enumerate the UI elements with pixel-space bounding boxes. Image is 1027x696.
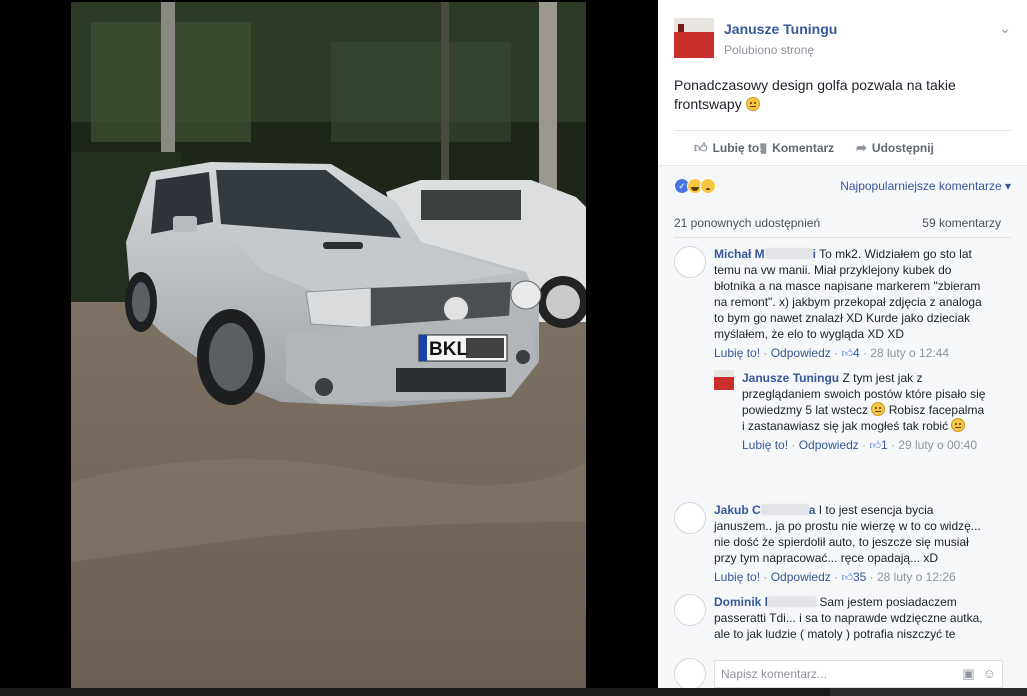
composer-icons: ▣ ☺: [962, 666, 996, 682]
avatar[interactable]: [674, 246, 706, 278]
viewer-bottom-strip: [830, 688, 1027, 696]
reply-reply-link[interactable]: Odpowiedz: [799, 438, 859, 452]
post-actions: 👍︎ Lubię to! ▮ Komentarz ➦ Udostępnij: [674, 130, 1011, 162]
thumbs-up-icon: 👍︎: [841, 572, 853, 584]
reply-author[interactable]: Janusze Tuningu: [742, 371, 839, 385]
comment-reply-link[interactable]: Odpowiedz: [771, 570, 831, 584]
post-header: Janusze Tuningu Polubiono stronę ⌄: [674, 18, 1011, 62]
comment-sort-label: Najpopularniejsze komentarze: [840, 179, 1002, 193]
photo-viewer: BKL: [0, 0, 658, 696]
comment-text: To mk2. Widziałem go sto lat temu na vw …: [714, 247, 982, 341]
redaction: [768, 596, 817, 607]
car-photo-image: BKL: [71, 2, 586, 688]
smiley-icon[interactable]: ☺: [983, 666, 996, 682]
post-panel: Janusze Tuningu Polubiono stronę ⌄ Ponad…: [658, 0, 1027, 696]
comment-timestamp[interactable]: 28 luty o 12:44: [870, 346, 949, 360]
comment-likes-count[interactable]: 35: [853, 570, 866, 584]
comment-timestamp[interactable]: 28 luty o 12:26: [877, 570, 956, 584]
comment-like-link[interactable]: Lubię to!: [714, 346, 760, 360]
page-avatar[interactable]: [674, 18, 714, 58]
comment-like-link[interactable]: Lubię to!: [714, 570, 760, 584]
comment-button[interactable]: ▮ Komentarz: [760, 140, 834, 156]
post-photo[interactable]: BKL: [71, 2, 586, 688]
smiley-emoji-icon: [745, 97, 760, 111]
like-button[interactable]: 👍︎ Lubię to!: [694, 140, 763, 156]
comment-body: Dominik l Sam jestem posiadaczem passera…: [714, 594, 984, 642]
comment-meta: Lubię to! · Odpowiedz · 👍︎4 · 28 luty o …: [714, 346, 950, 360]
reply-timestamp[interactable]: 29 luty o 00:40: [898, 438, 977, 452]
page-avatar-small[interactable]: [714, 370, 734, 390]
divider: [674, 237, 1011, 238]
reply-like-link[interactable]: Lubię to!: [742, 438, 788, 452]
share-button-label: Udostępnij: [871, 141, 934, 155]
plate-text: BKL: [429, 339, 468, 360]
share-arrow-icon: ➦: [856, 140, 867, 155]
thumbs-up-icon: 👍︎: [841, 348, 853, 360]
comment-sort-dropdown[interactable]: Najpopularniejsze komentarze ▾: [840, 179, 1011, 193]
sad-reaction-icon: [700, 178, 716, 194]
post-text: Ponadczasowy design golfa pozwala na tak…: [674, 76, 994, 114]
thumbs-up-icon: 👍︎: [694, 140, 708, 155]
comment-body: Jakub Ca I to jest esencja bycia janusze…: [714, 502, 984, 586]
smiley-emoji-icon: [951, 418, 966, 432]
comment-reply-link[interactable]: Odpowiedz: [771, 346, 831, 360]
reply-likes-count[interactable]: 1: [881, 438, 888, 452]
smiley-emoji-icon: [871, 402, 886, 416]
comment-body: Michał Mi To mk2. Widziałem go sto lat t…: [714, 246, 984, 362]
comment-input-box[interactable]: ▣ ☺: [714, 660, 1003, 688]
viewer-bottom-strip: [0, 688, 830, 696]
avatar[interactable]: [674, 594, 706, 626]
share-button[interactable]: ➦ Udostępnij: [856, 140, 934, 156]
post-message: Ponadczasowy design golfa pozwala na tak…: [674, 77, 956, 112]
like-button-label: Lubię to!: [712, 141, 764, 155]
comment-meta: Lubię to! · Odpowiedz · 👍︎35 · 28 luty o…: [714, 570, 956, 584]
reply-body: Janusze Tuningu Z tym jest jak z przeglą…: [742, 370, 986, 454]
reactions-summary[interactable]: ✓: [674, 178, 716, 194]
avatar: [674, 658, 706, 690]
page-liked-status: Polubiono stronę: [724, 43, 815, 57]
reply-meta: Lubię to! · Odpowiedz · 👍︎1 · 29 luty o …: [742, 438, 978, 452]
comment-author[interactable]: Jakub Ca: [714, 503, 815, 517]
comment-author[interactable]: Michał Mi: [714, 247, 816, 261]
comments-section: ✓ Najpopularniejsze komentarze ▾ 21 pono…: [658, 165, 1027, 696]
shares-count[interactable]: 21 ponownych udostępnień: [674, 216, 820, 230]
comment-likes-count[interactable]: 4: [853, 346, 860, 360]
page-name-link[interactable]: Janusze Tuningu: [724, 21, 837, 37]
comment-button-label: Komentarz: [772, 141, 835, 155]
redaction: [764, 248, 813, 259]
redaction: [760, 504, 809, 515]
chevron-down-icon[interactable]: ⌄: [999, 20, 1011, 37]
comment-input[interactable]: [715, 661, 945, 687]
camera-icon[interactable]: ▣: [962, 666, 974, 682]
speech-bubble-icon: ▮: [760, 140, 768, 155]
caret-down-icon: ▾: [1004, 179, 1011, 193]
avatar[interactable]: [674, 502, 706, 534]
comment-author[interactable]: Dominik l: [714, 595, 817, 609]
thumbs-up-icon: 👍︎: [869, 440, 881, 452]
comments-count[interactable]: 59 komentarzy: [922, 216, 1001, 230]
